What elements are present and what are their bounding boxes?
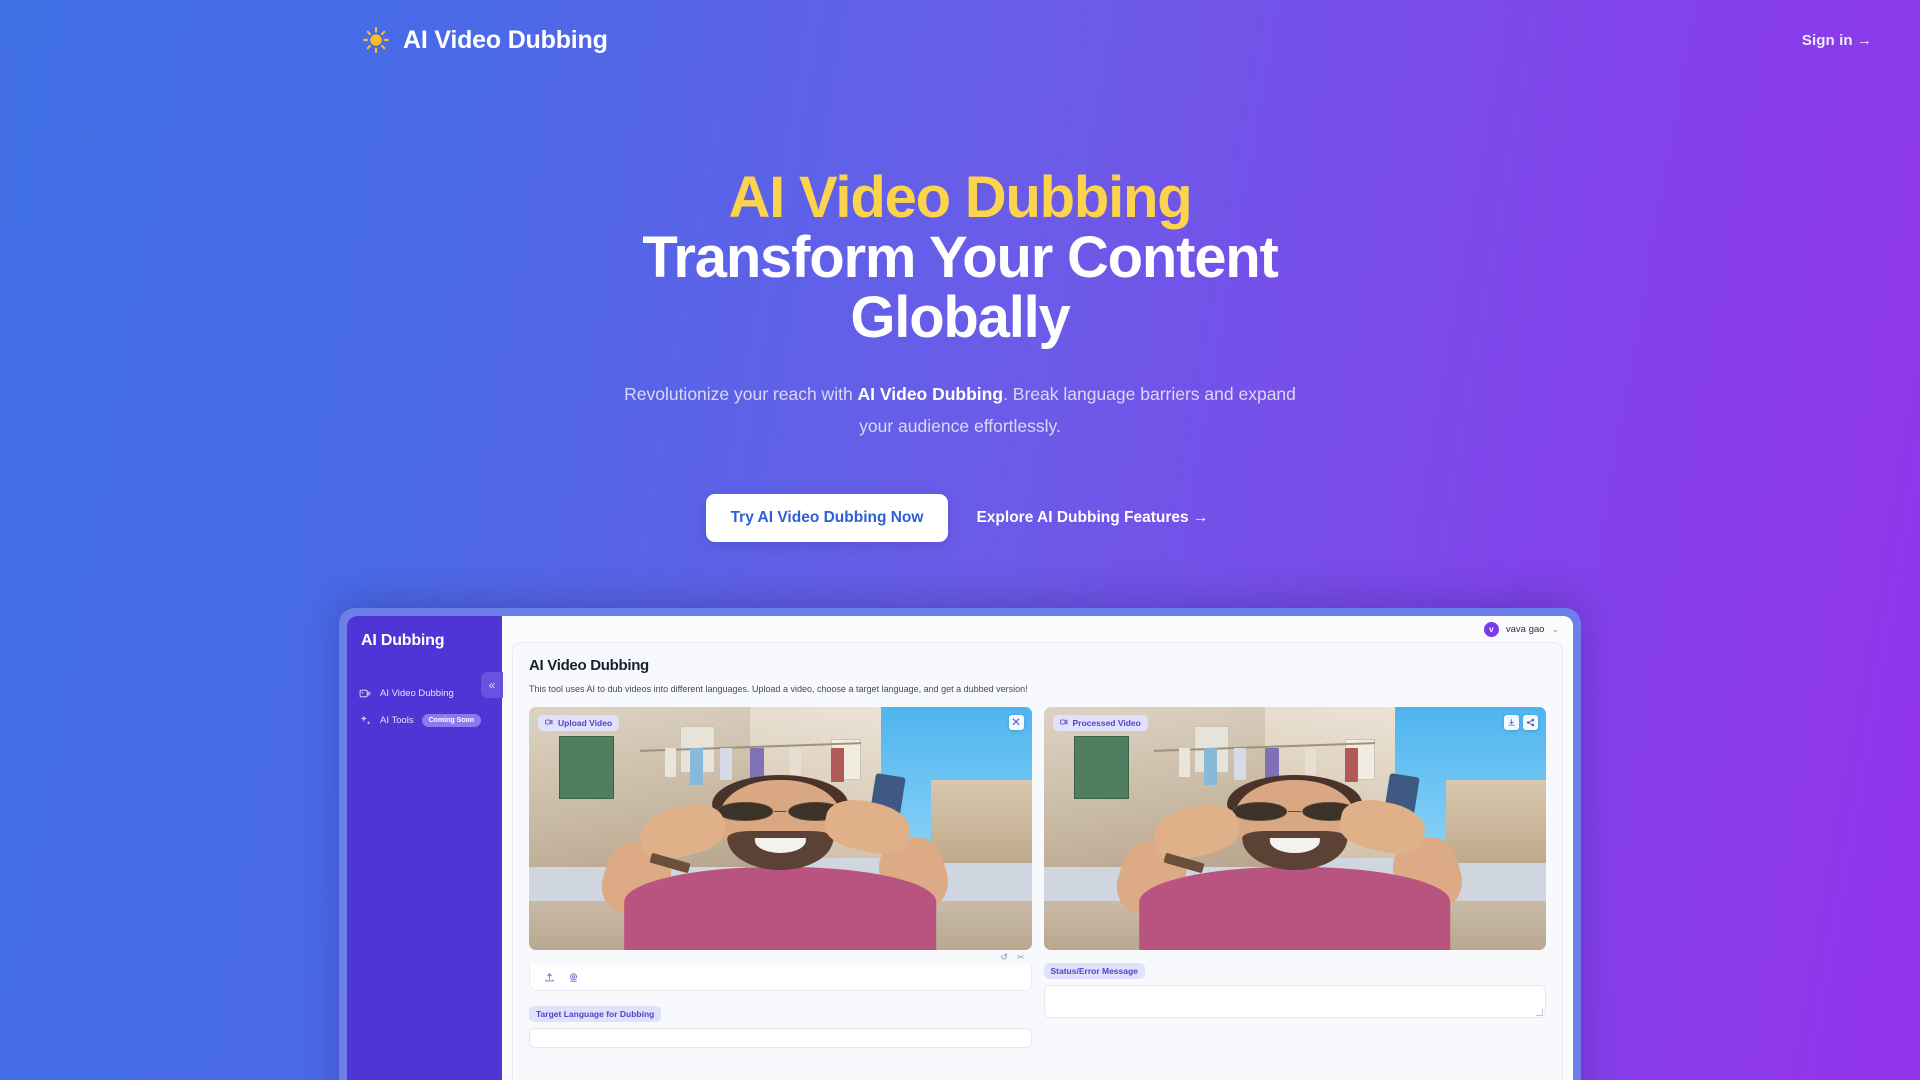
- brand-logo[interactable]: AI Video Dubbing: [363, 26, 608, 55]
- tool-heading: AI Video Dubbing: [529, 657, 649, 674]
- upload-corner-buttons: ×: [1008, 714, 1024, 731]
- cta-row: Try AI Video Dubbing Now Explore AI Dubb…: [705, 494, 1215, 542]
- download-icon[interactable]: [1504, 715, 1519, 730]
- upload-video-label: Upload Video: [538, 715, 620, 731]
- processed-corner-buttons: [1504, 715, 1538, 730]
- video-frame-image: [529, 707, 1032, 950]
- sidebar-item-label: AI Video Dubbing: [380, 688, 454, 699]
- video-frame-image: [1043, 707, 1546, 950]
- app-sidebar: AI Dubbing AI Video Dubbing AI Tools Com…: [347, 616, 503, 1080]
- video-camera-icon: [545, 718, 553, 728]
- sun-icon: [363, 27, 389, 53]
- hero-subtitle: Revolutionize your reach with AI Video D…: [620, 378, 1300, 442]
- processed-video-label: Processed Video: [1052, 715, 1148, 731]
- target-language-input[interactable]: [529, 1028, 1032, 1048]
- user-name: vava gao: [1505, 623, 1545, 635]
- status-message-field: Status/Error Message: [1043, 961, 1546, 1018]
- video-edit-toolbar: ↺ ✂: [529, 950, 1032, 965]
- top-navigation: AI Video Dubbing Sign in →: [0, 0, 1920, 80]
- upload-video-preview[interactable]: Upload Video ×: [529, 707, 1032, 950]
- resize-handle[interactable]: [1536, 1009, 1543, 1016]
- app-preview-window: AI Dubbing AI Video Dubbing AI Tools Com…: [339, 608, 1581, 1080]
- app-main: v vava gao ⌄ AI Video Dubbing This tool …: [502, 616, 1573, 1080]
- brand-name: AI Video Dubbing: [403, 25, 608, 54]
- sign-in-link[interactable]: Sign in →: [1802, 32, 1872, 49]
- undo-icon[interactable]: ↺: [1000, 952, 1008, 963]
- app-topbar: v vava gao ⌄: [502, 616, 1573, 642]
- sparkles-icon: [359, 714, 372, 727]
- explore-features-button[interactable]: Explore AI Dubbing Features →: [970, 494, 1214, 542]
- user-menu[interactable]: v vava gao ⌄: [1483, 621, 1559, 637]
- avatar: v: [1483, 621, 1499, 637]
- webcam-icon[interactable]: [568, 972, 579, 983]
- share-icon[interactable]: [1523, 715, 1538, 730]
- close-icon[interactable]: ×: [1008, 714, 1024, 731]
- sidebar-items: AI Video Dubbing AI Tools Coming Soon: [347, 680, 502, 734]
- processed-video-label-text: Processed Video: [1072, 718, 1141, 728]
- sidebar-collapse-button[interactable]: «: [481, 672, 503, 698]
- app-inner: AI Dubbing AI Video Dubbing AI Tools Com…: [347, 616, 1573, 1080]
- chevron-down-icon: ⌄: [1551, 623, 1559, 634]
- processed-video-preview[interactable]: Processed Video: [1043, 707, 1546, 950]
- status-message-textarea[interactable]: [1043, 985, 1546, 1018]
- video-row: Upload Video × ↺ ✂ Target Language for D…: [529, 707, 1546, 1048]
- headline-rest: Transform Your Content Globally: [642, 225, 1278, 350]
- sidebar-title: AI Dubbing: [361, 632, 445, 649]
- headline-highlight: AI Video Dubbing: [728, 165, 1192, 230]
- coming-soon-badge: Coming Soon: [421, 714, 482, 727]
- target-language-label: Target Language for Dubbing: [529, 1006, 662, 1022]
- target-language-field: Target Language for Dubbing: [529, 1004, 1032, 1048]
- trim-scissors-icon[interactable]: ✂: [1017, 952, 1025, 963]
- video-stack-icon: [359, 687, 372, 700]
- try-now-button[interactable]: Try AI Video Dubbing Now: [705, 494, 949, 542]
- tool-card: AI Video Dubbing This tool uses AI to du…: [512, 642, 1563, 1080]
- video-camera-icon: [1059, 718, 1068, 728]
- sidebar-item-ai-video-dubbing[interactable]: AI Video Dubbing: [347, 680, 502, 707]
- hero-section: AI Video Dubbing Transform Your Content …: [0, 168, 1920, 542]
- subtitle-bold: AI Video Dubbing: [857, 384, 1004, 404]
- upload-icon[interactable]: [544, 972, 555, 983]
- tool-description: This tool uses AI to dub videos into dif…: [529, 684, 1028, 694]
- sidebar-item-ai-tools[interactable]: AI Tools Coming Soon: [347, 707, 502, 734]
- processed-column: Processed Video Status/Error Message: [1043, 707, 1546, 1048]
- upload-video-label-text: Upload Video: [558, 718, 613, 728]
- sidebar-item-label: AI Tools: [380, 715, 414, 726]
- upload-column: Upload Video × ↺ ✂ Target Language for D…: [529, 707, 1032, 1048]
- status-message-label: Status/Error Message: [1043, 963, 1145, 979]
- subtitle-part-1: Revolutionize your reach with: [624, 384, 858, 404]
- upload-source-toolbar: [529, 965, 1032, 991]
- page-title: AI Video Dubbing Transform Your Content …: [580, 168, 1340, 348]
